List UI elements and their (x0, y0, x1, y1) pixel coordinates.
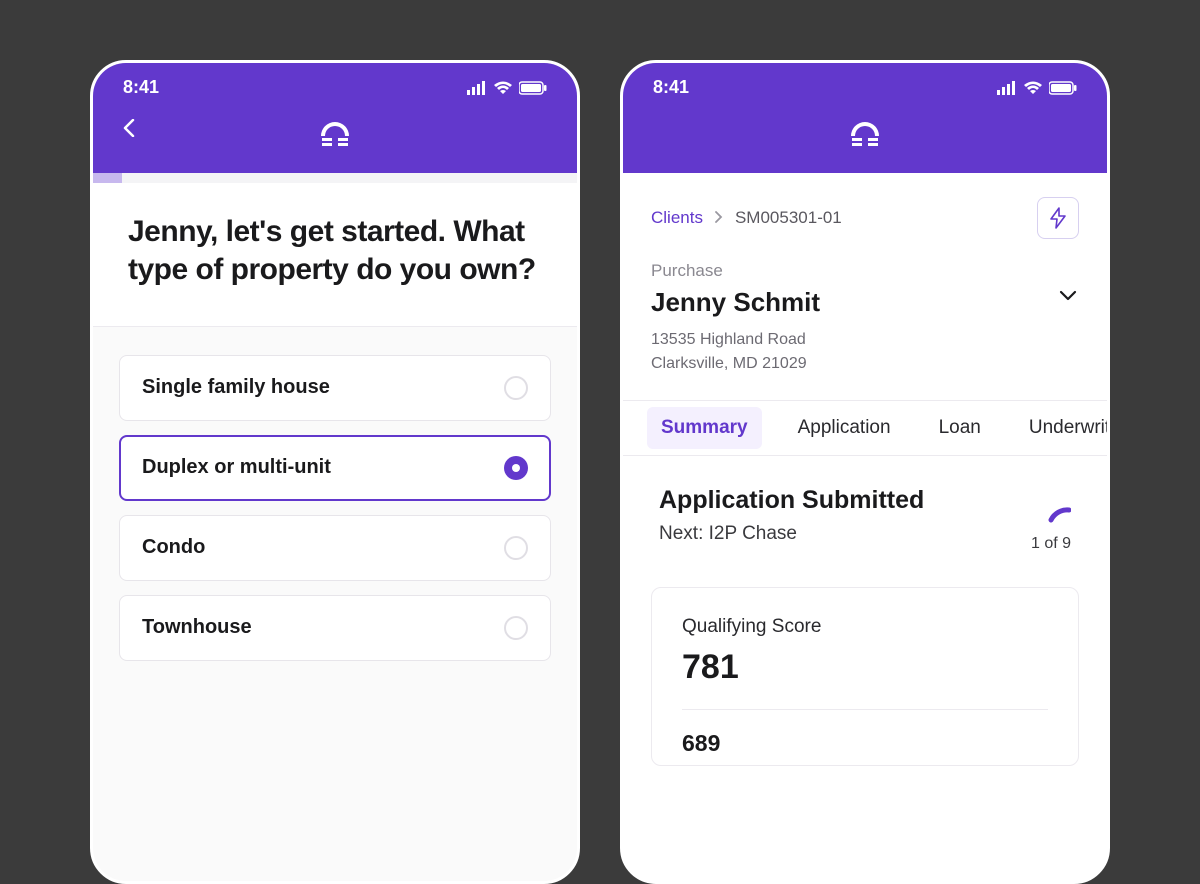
progress-bar (93, 173, 577, 183)
score-card: Qualifying Score 781 689 (651, 587, 1079, 766)
score-label: Qualifying Score (682, 616, 1048, 638)
option-label: Single family house (142, 376, 330, 399)
content-area: Clients SM005301-01 Purchase Jenny Schmi… (623, 173, 1107, 881)
tab-underwriting[interactable]: Underwriting (1017, 401, 1107, 455)
radio-icon (504, 376, 528, 400)
progress-ring-icon (1027, 504, 1071, 524)
cellular-icon (467, 81, 487, 95)
option-townhouse[interactable]: Townhouse (119, 595, 551, 661)
progress-indicator: 1 of 9 (1027, 504, 1071, 553)
phone-right: 8:41 Clients SM005301-01 (620, 60, 1110, 884)
tab-application[interactable]: Application (786, 401, 903, 455)
nav-row (93, 108, 577, 173)
client-name: Jenny Schmit (651, 287, 1079, 318)
logo-icon (845, 118, 885, 151)
status-bar: 8:41 (93, 63, 577, 108)
back-button[interactable] (117, 116, 141, 140)
summary-block: Application Submitted Next: I2P Chase 1 … (623, 456, 1107, 565)
battery-icon (1049, 81, 1077, 95)
breadcrumb-row: Clients SM005301-01 (623, 173, 1107, 239)
next-step: Next: I2P Chase (659, 523, 1071, 545)
nav-row (623, 108, 1107, 173)
radio-icon (504, 456, 528, 480)
radio-icon (504, 536, 528, 560)
wifi-icon (1023, 81, 1043, 95)
question-text: Jenny, let's get started. What type of p… (128, 213, 542, 290)
tab-summary[interactable]: Summary (647, 407, 762, 449)
expand-button[interactable] (1059, 289, 1077, 307)
battery-icon (519, 81, 547, 95)
option-condo[interactable]: Condo (119, 515, 551, 581)
address-line-2: Clarksville, MD 21029 (651, 352, 1079, 376)
progress-fill (93, 173, 122, 183)
option-label: Duplex or multi-unit (142, 456, 331, 479)
status-bar: 8:41 (623, 63, 1107, 108)
chevron-down-icon (1059, 290, 1077, 302)
option-label: Condo (142, 536, 205, 559)
loan-type-label: Purchase (651, 261, 1079, 281)
status-icons (467, 81, 547, 95)
radio-icon (504, 616, 528, 640)
status-title: Application Submitted (659, 486, 1071, 515)
cellular-icon (997, 81, 1017, 95)
phone-left: 8:41 Jenny, let's get started. What type… (90, 60, 580, 884)
app-header: 8:41 (93, 63, 577, 173)
chevron-right-icon (715, 208, 723, 228)
status-time: 8:41 (653, 77, 689, 98)
bolt-icon (1049, 207, 1067, 229)
question-section: Jenny, let's get started. What type of p… (93, 183, 577, 327)
logo-icon (315, 118, 355, 151)
tabs: Summary Application Loan Underwriting (623, 400, 1107, 456)
tab-loan[interactable]: Loan (927, 401, 993, 455)
score-secondary: 689 (682, 710, 1048, 757)
quick-action-button[interactable] (1037, 197, 1079, 239)
breadcrumb-root[interactable]: Clients (651, 208, 703, 228)
options-list: Single family house Duplex or multi-unit… (93, 327, 577, 689)
client-block: Purchase Jenny Schmit 13535 Highland Roa… (623, 239, 1107, 400)
wifi-icon (493, 81, 513, 95)
progress-count: 1 of 9 (1027, 535, 1071, 553)
status-time: 8:41 (123, 77, 159, 98)
option-label: Townhouse (142, 616, 252, 639)
breadcrumb-current: SM005301-01 (735, 208, 842, 228)
option-single-family[interactable]: Single family house (119, 355, 551, 421)
address-line-1: 13535 Highland Road (651, 328, 1079, 352)
chevron-left-icon (123, 119, 135, 137)
option-duplex[interactable]: Duplex or multi-unit (119, 435, 551, 501)
score-primary: 781 (682, 648, 1048, 710)
breadcrumb: Clients SM005301-01 (651, 208, 842, 228)
app-header: 8:41 (623, 63, 1107, 173)
status-icons (997, 81, 1077, 95)
content-area: Jenny, let's get started. What type of p… (93, 183, 577, 881)
